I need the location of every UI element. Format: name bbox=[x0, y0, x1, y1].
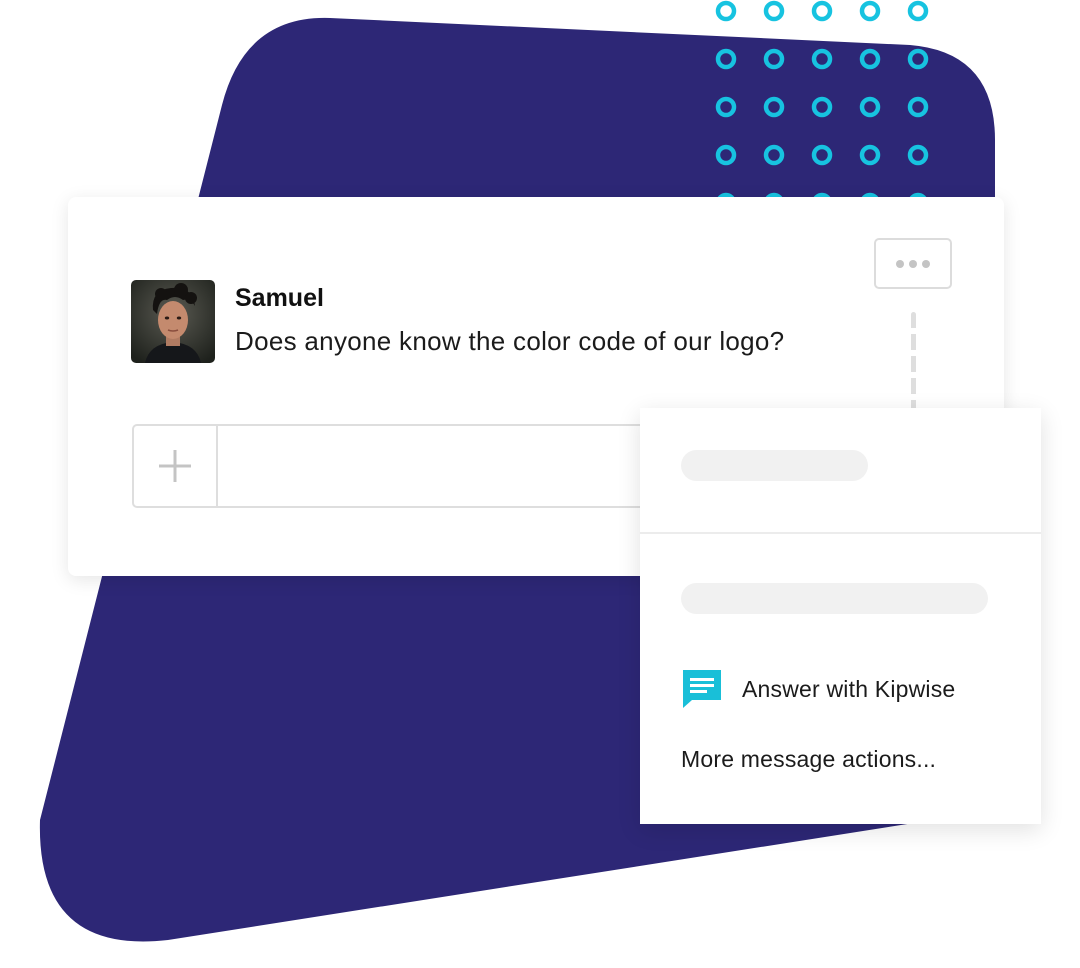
decor-dot bbox=[811, 144, 833, 166]
menu-item-placeholder bbox=[681, 583, 988, 614]
sender-name: Samuel bbox=[235, 284, 324, 312]
message-actions-button[interactable] bbox=[874, 238, 952, 289]
decor-dot bbox=[715, 96, 737, 118]
message-actions-menu: Answer with Kipwise More message actions… bbox=[640, 408, 1041, 824]
decor-dot bbox=[859, 0, 881, 22]
decor-dot bbox=[811, 48, 833, 70]
avatar-photo bbox=[131, 280, 215, 363]
decor-dot bbox=[715, 144, 737, 166]
menu-item-label: More message actions... bbox=[681, 745, 937, 772]
menu-item-label: Answer with Kipwise bbox=[742, 675, 956, 702]
avatar[interactable] bbox=[131, 280, 215, 363]
answer-with-kipwise-item[interactable]: Answer with Kipwise bbox=[681, 666, 955, 712]
plus-icon bbox=[159, 450, 191, 482]
chat-bubble-icon bbox=[683, 670, 721, 708]
decor-dot bbox=[907, 96, 929, 118]
menu-divider bbox=[640, 532, 1041, 534]
decor-dot bbox=[763, 144, 785, 166]
decor-dot bbox=[859, 48, 881, 70]
decor-dot bbox=[907, 48, 929, 70]
more-message-actions-item[interactable]: More message actions... bbox=[681, 742, 936, 776]
decor-dot bbox=[715, 0, 737, 22]
decor-dot bbox=[859, 144, 881, 166]
decor-dot bbox=[811, 0, 833, 22]
decor-dot bbox=[907, 144, 929, 166]
decor-dot bbox=[859, 96, 881, 118]
decor-dot bbox=[715, 48, 737, 70]
decor-dot bbox=[811, 96, 833, 118]
menu-item-placeholder bbox=[681, 450, 868, 481]
decor-dot bbox=[763, 0, 785, 22]
decor-dot bbox=[907, 0, 929, 22]
attach-button[interactable] bbox=[134, 426, 218, 506]
decor-dot bbox=[763, 48, 785, 70]
message-text: Does anyone know the color code of our l… bbox=[235, 326, 785, 356]
decor-dot bbox=[763, 96, 785, 118]
ellipsis-icon bbox=[896, 259, 904, 268]
